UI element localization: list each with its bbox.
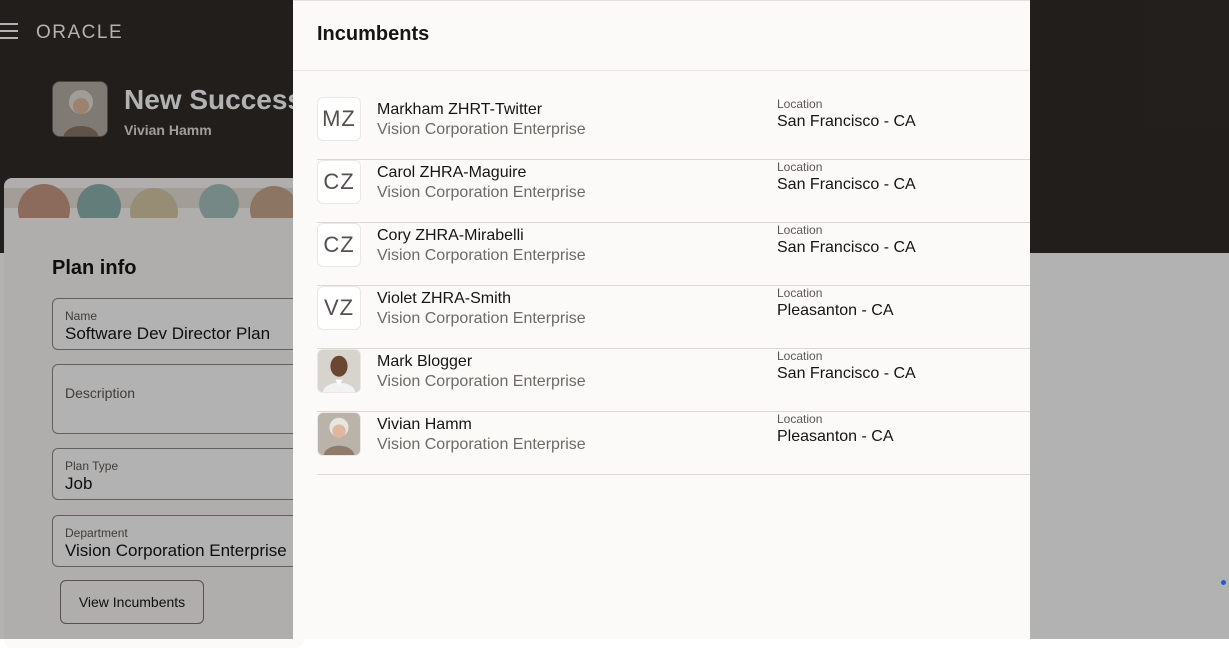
incumbent-organization: Vision Corporation Enterprise	[377, 121, 586, 138]
incumbent-organization: Vision Corporation Enterprise	[377, 436, 586, 453]
avatar: CZ	[317, 160, 361, 204]
avatar: VZ	[317, 286, 361, 330]
incumbents-drawer: Incumbents MZ Markham ZHRT-Twitter Visio…	[293, 0, 1030, 639]
avatar	[317, 349, 361, 393]
location-label: Location	[777, 412, 823, 426]
incumbent-name: Carol ZHRA-Maguire	[377, 164, 527, 181]
avatar: MZ	[317, 97, 361, 141]
incumbent-organization: Vision Corporation Enterprise	[377, 310, 586, 327]
location-value: San Francisco - CA	[777, 365, 916, 382]
location-label: Location	[777, 160, 823, 174]
incumbents-list: MZ Markham ZHRT-Twitter Vision Corporati…	[317, 97, 1030, 475]
list-item[interactable]: Vivian Hamm Vision Corporation Enterpris…	[317, 412, 1030, 475]
incumbent-name: Vivian Hamm	[377, 416, 472, 433]
location-label: Location	[777, 223, 823, 237]
list-item[interactable]: VZ Violet ZHRA-Smith Vision Corporation …	[317, 286, 1030, 349]
list-item[interactable]: MZ Markham ZHRT-Twitter Vision Corporati…	[317, 97, 1030, 160]
location-label: Location	[777, 97, 823, 111]
incumbent-name: Markham ZHRT-Twitter	[377, 101, 543, 118]
location-value: Pleasanton - CA	[777, 428, 894, 445]
incumbent-name: Cory ZHRA-Mirabelli	[377, 227, 524, 244]
location-value: Pleasanton - CA	[777, 302, 894, 319]
avatar: CZ	[317, 223, 361, 267]
list-item[interactable]: Mark Blogger Vision Corporation Enterpri…	[317, 349, 1030, 412]
incumbent-organization: Vision Corporation Enterprise	[377, 247, 586, 264]
incumbent-organization: Vision Corporation Enterprise	[377, 184, 586, 201]
list-item[interactable]: CZ Carol ZHRA-Maguire Vision Corporation…	[317, 160, 1030, 223]
location-value: San Francisco - CA	[777, 176, 916, 193]
drawer-title: Incumbents	[317, 23, 430, 45]
location-label: Location	[777, 286, 823, 300]
incumbent-organization: Vision Corporation Enterprise	[377, 373, 586, 390]
incumbent-name: Violet ZHRA-Smith	[377, 290, 511, 307]
location-label: Location	[777, 349, 823, 363]
focus-indicator-dot	[1221, 580, 1226, 585]
list-item[interactable]: CZ Cory ZHRA-Mirabelli Vision Corporatio…	[317, 223, 1030, 286]
drawer-header: Incumbents	[293, 1, 1030, 71]
location-value: San Francisco - CA	[777, 239, 916, 256]
incumbent-name: Mark Blogger	[377, 353, 473, 370]
location-value: San Francisco - CA	[777, 113, 916, 130]
avatar	[317, 412, 361, 456]
